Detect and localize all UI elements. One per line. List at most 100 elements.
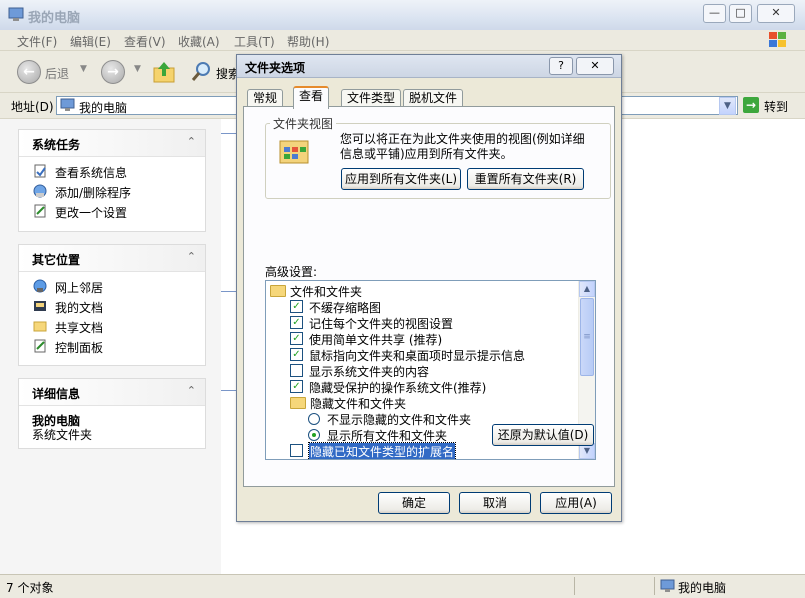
view-tab-page: 文件夹视图 您可以将正在为此文件夹使用的视图(例如详细信息或平铺)应用到所有文件… xyxy=(243,106,615,487)
apply-button[interactable]: 应用(A) xyxy=(540,492,612,514)
apply-to-all-folders-button[interactable]: 应用到所有文件夹(L) xyxy=(341,168,461,190)
back-button-label[interactable]: 后退 xyxy=(45,65,69,82)
task-label: 查看系统信息 xyxy=(55,166,128,180)
system-tasks-header[interactable]: 系统任务 ⌃ xyxy=(19,130,205,157)
my-computer-icon xyxy=(60,98,75,111)
maximize-button[interactable]: □ xyxy=(729,4,752,23)
settings-row-label: 记住每个文件夹的视图设置 xyxy=(309,317,454,331)
tab-offline-files[interactable]: 脱机文件 xyxy=(403,89,464,107)
checkbox[interactable] xyxy=(290,364,303,377)
advanced-settings-label: 高级设置: xyxy=(265,265,318,279)
info-icon xyxy=(34,164,46,178)
add-remove-programs-icon xyxy=(33,184,47,198)
settings-row[interactable]: ✓ 使用简单文件共享 (推荐) xyxy=(266,331,576,347)
menu-tools[interactable]: 工具(T) xyxy=(234,33,275,50)
settings-row-label: 不显示隐藏的文件和文件夹 xyxy=(327,413,472,427)
settings-row-label: 隐藏文件和文件夹 xyxy=(310,397,407,411)
go-button-label[interactable]: 转到 xyxy=(764,98,788,115)
settings-row[interactable]: ✓ 不缓存缩略图 xyxy=(266,299,576,315)
address-dropdown-icon[interactable]: ▼ xyxy=(719,97,736,115)
reset-all-folders-button[interactable]: 重置所有文件夹(R) xyxy=(467,168,584,190)
menu-file[interactable]: 文件(F) xyxy=(17,33,57,50)
status-location: 我的电脑 xyxy=(678,581,727,595)
menu-edit[interactable]: 编辑(E) xyxy=(70,33,111,50)
tab-view[interactable]: 查看 xyxy=(293,86,330,109)
collapse-chevron-icon[interactable]: ⌃ xyxy=(187,135,196,148)
window-title-bar: 我的电脑 — □ ✕ xyxy=(0,0,805,31)
dialog-title: 文件夹选项 xyxy=(245,61,306,75)
settings-row-label: 使用简单文件共享 (推荐) xyxy=(309,333,443,347)
scroll-thumb[interactable]: ≡ xyxy=(580,298,594,376)
search-icon[interactable] xyxy=(190,60,214,84)
menu-bar: 文件(F) 编辑(E) 查看(V) 收藏(A) 工具(T) 帮助(H) xyxy=(0,30,805,51)
settings-row-label: 隐藏已知文件类型的扩展名 xyxy=(307,442,457,459)
group-divider xyxy=(221,390,237,391)
group-divider xyxy=(221,291,237,292)
help-icon[interactable]: ? xyxy=(549,57,573,75)
up-folder-icon[interactable] xyxy=(152,60,176,84)
checkbox[interactable]: ✓ xyxy=(290,348,303,361)
window-title: 我的电脑 xyxy=(28,11,81,26)
settings-row-label: 鼠标指向文件夹和桌面项时显示提示信息 xyxy=(309,349,526,363)
folder-views-description: 您可以将正在为此文件夹使用的视图(例如详细信息或平铺)应用到所有文件夹。 xyxy=(340,132,585,161)
checkbox[interactable]: ✓ xyxy=(290,332,303,345)
back-dropdown-icon[interactable]: ▼ xyxy=(80,64,87,74)
forward-arrow-icon[interactable]: → xyxy=(101,60,125,84)
checkbox[interactable] xyxy=(290,444,303,457)
tab-file-types[interactable]: 文件类型 xyxy=(341,89,402,107)
dialog-close-button[interactable]: ✕ xyxy=(576,57,614,75)
status-divider xyxy=(654,577,655,595)
settings-row[interactable]: 隐藏文件和文件夹 xyxy=(266,395,576,411)
checkbox[interactable]: ✓ xyxy=(290,300,303,313)
settings-row-label: 不缓存缩略图 xyxy=(309,301,382,315)
scroll-up-icon[interactable]: ▲ xyxy=(579,281,595,297)
task-label: 添加/删除程序 xyxy=(55,186,132,200)
cancel-button[interactable]: 取消 xyxy=(459,492,531,514)
settings-row[interactable]: 文件和文件夹 xyxy=(266,283,576,299)
settings-row[interactable]: ✓ 鼠标指向文件夹和桌面项时显示提示信息 xyxy=(266,347,576,363)
status-divider xyxy=(574,577,575,595)
menu-favorites[interactable]: 收藏(A) xyxy=(178,33,220,50)
forward-dropdown-icon[interactable]: ▼ xyxy=(134,64,141,74)
radio-button[interactable] xyxy=(308,429,320,441)
other-places-panel: 其它位置 ⌃ 网上邻居 我的文档 共享文档 控制面板 xyxy=(18,244,206,366)
settings-row-label: 文件和文件夹 xyxy=(290,285,363,299)
collapse-chevron-icon[interactable]: ⌃ xyxy=(187,384,196,397)
place-label: 共享文档 xyxy=(55,321,104,335)
folder-views-icon xyxy=(279,140,309,164)
folder-icon xyxy=(33,321,47,332)
go-arrow-icon[interactable]: → xyxy=(743,97,759,113)
close-button[interactable]: ✕ xyxy=(757,4,795,23)
task-pane: 系统任务 ⌃ 查看系统信息 添加/删除程序 更改一个设置 其它位置 ⌃ 网上邻居… xyxy=(0,119,221,574)
menu-help[interactable]: 帮助(H) xyxy=(287,33,329,50)
menu-view[interactable]: 查看(V) xyxy=(124,33,166,50)
place-label: 我的文档 xyxy=(55,301,104,315)
details-title: 详细信息 xyxy=(32,387,81,401)
system-tasks-title: 系统任务 xyxy=(32,138,81,152)
collapse-chevron-icon[interactable]: ⌃ xyxy=(187,250,196,263)
status-bar: 7 个对象 我的电脑 xyxy=(0,574,805,598)
details-panel: 详细信息 ⌃ 我的电脑 系统文件夹 xyxy=(18,378,206,449)
folder-icon xyxy=(290,397,306,409)
settings-row[interactable]: ✓ 记住每个文件夹的视图设置 xyxy=(266,315,576,331)
settings-row[interactable]: ✓ 隐藏受保护的操作系统文件(推荐) xyxy=(266,379,576,395)
details-header[interactable]: 详细信息 ⌃ xyxy=(19,379,205,406)
checkbox[interactable]: ✓ xyxy=(290,380,303,393)
restore-defaults-button[interactable]: 还原为默认值(D) xyxy=(492,424,594,446)
other-places-header[interactable]: 其它位置 ⌃ xyxy=(19,245,205,272)
settings-row-label: 隐藏受保护的操作系统文件(推荐) xyxy=(309,381,487,395)
ok-button[interactable]: 确定 xyxy=(378,492,450,514)
my-computer-icon xyxy=(8,7,24,21)
checkbox[interactable]: ✓ xyxy=(290,316,303,329)
my-computer-icon xyxy=(660,579,675,592)
my-documents-icon xyxy=(34,301,46,311)
minimize-button[interactable]: — xyxy=(703,4,726,23)
windows-logo-icon xyxy=(769,32,786,47)
details-desc: 系统文件夹 xyxy=(32,428,93,442)
back-arrow-icon[interactable]: ← xyxy=(17,60,41,84)
tab-general[interactable]: 常规 xyxy=(247,89,284,107)
folder-icon xyxy=(270,285,286,297)
radio-button[interactable] xyxy=(308,413,320,425)
settings-row[interactable]: 显示系统文件夹的内容 xyxy=(266,363,576,379)
group-divider xyxy=(221,133,237,134)
